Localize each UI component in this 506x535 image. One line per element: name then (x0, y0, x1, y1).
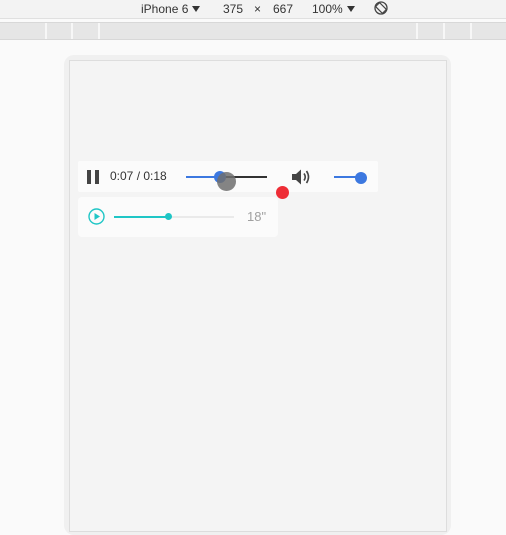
media-query-ruler[interactable] (0, 22, 506, 40)
dimension-separator: × (254, 2, 262, 16)
volume-thumb[interactable] (355, 172, 367, 184)
audio-progress-thumb[interactable] (164, 213, 172, 220)
zoom-select[interactable]: 100% (312, 1, 355, 17)
ruler-divider (45, 23, 47, 39)
caret-down-icon (346, 5, 355, 12)
audio-progress-fill (114, 216, 168, 218)
device-toolbar: iPhone 6 375 × 667 100% (0, 0, 506, 19)
device-name: iPhone 6 (141, 2, 189, 16)
ruler-divider (416, 23, 418, 39)
rotate-icon[interactable] (374, 1, 388, 15)
play-circle-icon[interactable] (88, 208, 105, 225)
ruler-divider (470, 23, 472, 39)
caret-down-icon (192, 5, 201, 12)
zoom-value: 100% (312, 2, 343, 16)
device-screen (69, 60, 447, 532)
drag-touch-indicator (217, 172, 236, 191)
audio-message-bar: 18" (78, 197, 278, 237)
height-input[interactable]: 667 (273, 1, 293, 17)
time-display: 0:07 / 0:18 (110, 169, 167, 183)
device-select[interactable]: iPhone 6 (141, 1, 201, 17)
ruler-divider (443, 23, 445, 39)
volume-icon[interactable] (291, 168, 311, 186)
audio-duration: 18" (247, 209, 267, 224)
ruler-divider (71, 23, 73, 39)
ruler-divider (98, 23, 100, 39)
width-input[interactable]: 375 (223, 1, 243, 17)
red-dot-marker (276, 186, 289, 199)
video-control-bar: 0:07 / 0:18 (78, 161, 378, 199)
pause-icon[interactable] (87, 170, 99, 184)
audio-progress-slider[interactable] (114, 213, 234, 220)
